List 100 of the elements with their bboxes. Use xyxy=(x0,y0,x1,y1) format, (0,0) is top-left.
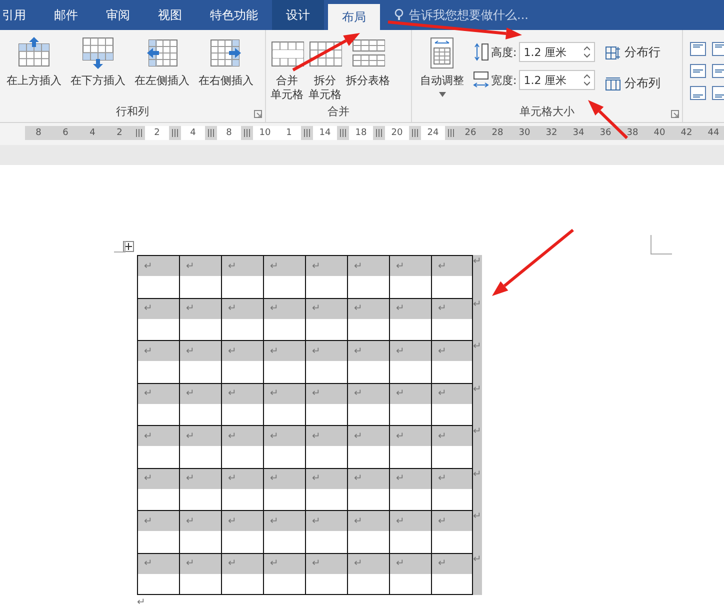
column-marker-icon xyxy=(172,129,178,137)
paragraph-mark: ↵ xyxy=(180,426,221,446)
ruler-number: 8 xyxy=(25,126,52,140)
ruler-number: 36 xyxy=(592,126,619,140)
ruler-number: 38 xyxy=(619,126,646,140)
ribbon-button[interactable]: 合并 单元格 xyxy=(269,34,305,104)
paragraph-mark: ↵ xyxy=(390,341,431,361)
field-label: 高度: xyxy=(491,44,517,60)
ribbon-tab[interactable]: 审阅 xyxy=(92,0,144,30)
paragraph-mark: ↵ xyxy=(306,426,347,446)
paragraph-mark: ↵ xyxy=(348,426,389,446)
ribbon-tab[interactable]: 邮件 xyxy=(40,0,92,30)
ruler-number: 2 xyxy=(145,126,169,140)
lightbulb-icon xyxy=(394,8,404,22)
paragraph-mark: ↵ xyxy=(390,384,431,404)
paragraph-mark: ↵ xyxy=(138,511,179,531)
annotation-arrow xyxy=(588,100,628,140)
paragraph-mark: ↵ xyxy=(348,554,389,574)
paragraph-mark: ↵ xyxy=(306,384,347,404)
align-icon xyxy=(690,64,706,78)
row-end-mark: ↵ xyxy=(473,340,482,382)
paragraph-mark: ↵ xyxy=(138,341,179,361)
margin-corner-icon xyxy=(114,241,126,253)
paragraph-mark: ↵ xyxy=(222,256,263,276)
paragraph-mark: ↵ xyxy=(348,468,389,488)
dropdown-button[interactable]: 自动调整 xyxy=(419,34,465,99)
ribbon-button[interactable]: 在下方插入 xyxy=(67,34,129,90)
ribbon-button[interactable]: 拆分表格 xyxy=(345,34,391,90)
spin-arrows-icon xyxy=(584,74,590,86)
ribbon-tab[interactable]: 设计 xyxy=(272,0,324,30)
ribbon-button[interactable]: 在上方插入 xyxy=(3,34,65,90)
paragraph-mark: ↵ xyxy=(264,256,305,276)
column-marker-icon xyxy=(244,129,250,137)
ruler-number: 1 xyxy=(277,126,301,140)
column-marker-icon xyxy=(376,129,382,137)
distribute-columns-icon xyxy=(604,76,621,90)
tell-me-field[interactable]: 告诉我您想要做什么... xyxy=(409,6,528,24)
row-end-mark: ↵ xyxy=(473,382,482,425)
row-end-mark: ↵ xyxy=(473,255,482,298)
column-marker-icon xyxy=(448,129,454,137)
row-end-mark: ↵ xyxy=(473,468,482,510)
ruler-number: 30 xyxy=(511,126,538,140)
ruler-number: 14 xyxy=(313,126,337,140)
ribbon-button[interactable]: 在右侧插入 xyxy=(195,34,257,90)
group-label: 合并 xyxy=(326,104,350,120)
group-label: 行和列 xyxy=(115,104,150,120)
ribbon-button[interactable]: 分布列 xyxy=(604,75,661,92)
caret-icon xyxy=(438,92,446,97)
paragraph-mark: ↵ xyxy=(348,341,389,361)
spin-field[interactable]: 1.2 厘米 xyxy=(518,42,595,62)
ribbon-tab[interactable]: 视图 xyxy=(144,0,196,30)
ribbon-button[interactable]: 在左侧插入 xyxy=(131,34,193,90)
row-end-mark: ↵ xyxy=(473,425,482,468)
field-label: 宽度: xyxy=(491,72,517,88)
paragraph-mark: ↵ xyxy=(138,256,179,276)
paragraph-mark: ↵ xyxy=(432,554,472,574)
paragraph-mark: ↵ xyxy=(264,426,305,446)
row-height-icon xyxy=(473,43,489,61)
table-move-handle-icon xyxy=(123,241,134,252)
column-marker-icon xyxy=(304,129,310,137)
row-end-mark: ↵ xyxy=(473,510,482,552)
ribbon-tab[interactable]: 特色功能 xyxy=(196,0,272,30)
paragraph-mark: ↵ xyxy=(180,256,221,276)
paragraph-mark: ↵ xyxy=(222,298,263,318)
paragraph-mark: ↵ xyxy=(390,511,431,531)
paragraph-mark: ↵ xyxy=(306,256,347,276)
paragraph-mark: ↵ xyxy=(432,426,472,446)
ruler-number: 4 xyxy=(79,126,106,140)
paragraph-mark: ↵ xyxy=(222,384,263,404)
row-end-mark: ↵ xyxy=(473,552,482,595)
paragraph-mark: ↵ xyxy=(222,426,263,446)
paragraph-mark: ↵ xyxy=(348,384,389,404)
paragraph-mark: ↵ xyxy=(264,511,305,531)
ribbon-tab[interactable]: 引用 xyxy=(0,0,40,30)
column-marker-icon xyxy=(340,129,346,137)
paragraph-mark: ↵ xyxy=(432,468,472,488)
ribbon-button[interactable]: 拆分 单元格 xyxy=(307,34,343,104)
ruler-number: 2 xyxy=(106,126,133,140)
paragraph-mark: ↵ xyxy=(306,468,347,488)
ruler-number: 4 xyxy=(181,126,205,140)
paragraph-mark: ↵ xyxy=(390,468,431,488)
paragraph-mark: ↵ xyxy=(180,554,221,574)
paragraph-mark: ↵ xyxy=(432,341,472,361)
paragraph-mark: ↵ xyxy=(432,298,472,318)
paragraph-mark: ↵ xyxy=(137,597,146,608)
paragraph-mark: ↵ xyxy=(264,341,305,361)
column-marker-icon xyxy=(412,129,418,137)
group-label: 单元格大小 xyxy=(518,104,576,120)
paragraph-mark: ↵ xyxy=(348,256,389,276)
column-marker-icon xyxy=(208,129,214,137)
column-marker-icon xyxy=(136,129,142,137)
paragraph-mark: ↵ xyxy=(264,384,305,404)
ruler-number: 24 xyxy=(421,126,445,140)
ribbon-button[interactable]: 分布行 xyxy=(604,44,661,61)
paragraph-mark: ↵ xyxy=(306,298,347,318)
paragraph-mark: ↵ xyxy=(222,341,263,361)
paragraph-mark: ↵ xyxy=(180,298,221,318)
spin-field[interactable]: 1.2 厘米 xyxy=(518,70,595,90)
paragraph-mark: ↵ xyxy=(306,341,347,361)
ribbon-tab[interactable]: 布局 xyxy=(328,4,380,30)
